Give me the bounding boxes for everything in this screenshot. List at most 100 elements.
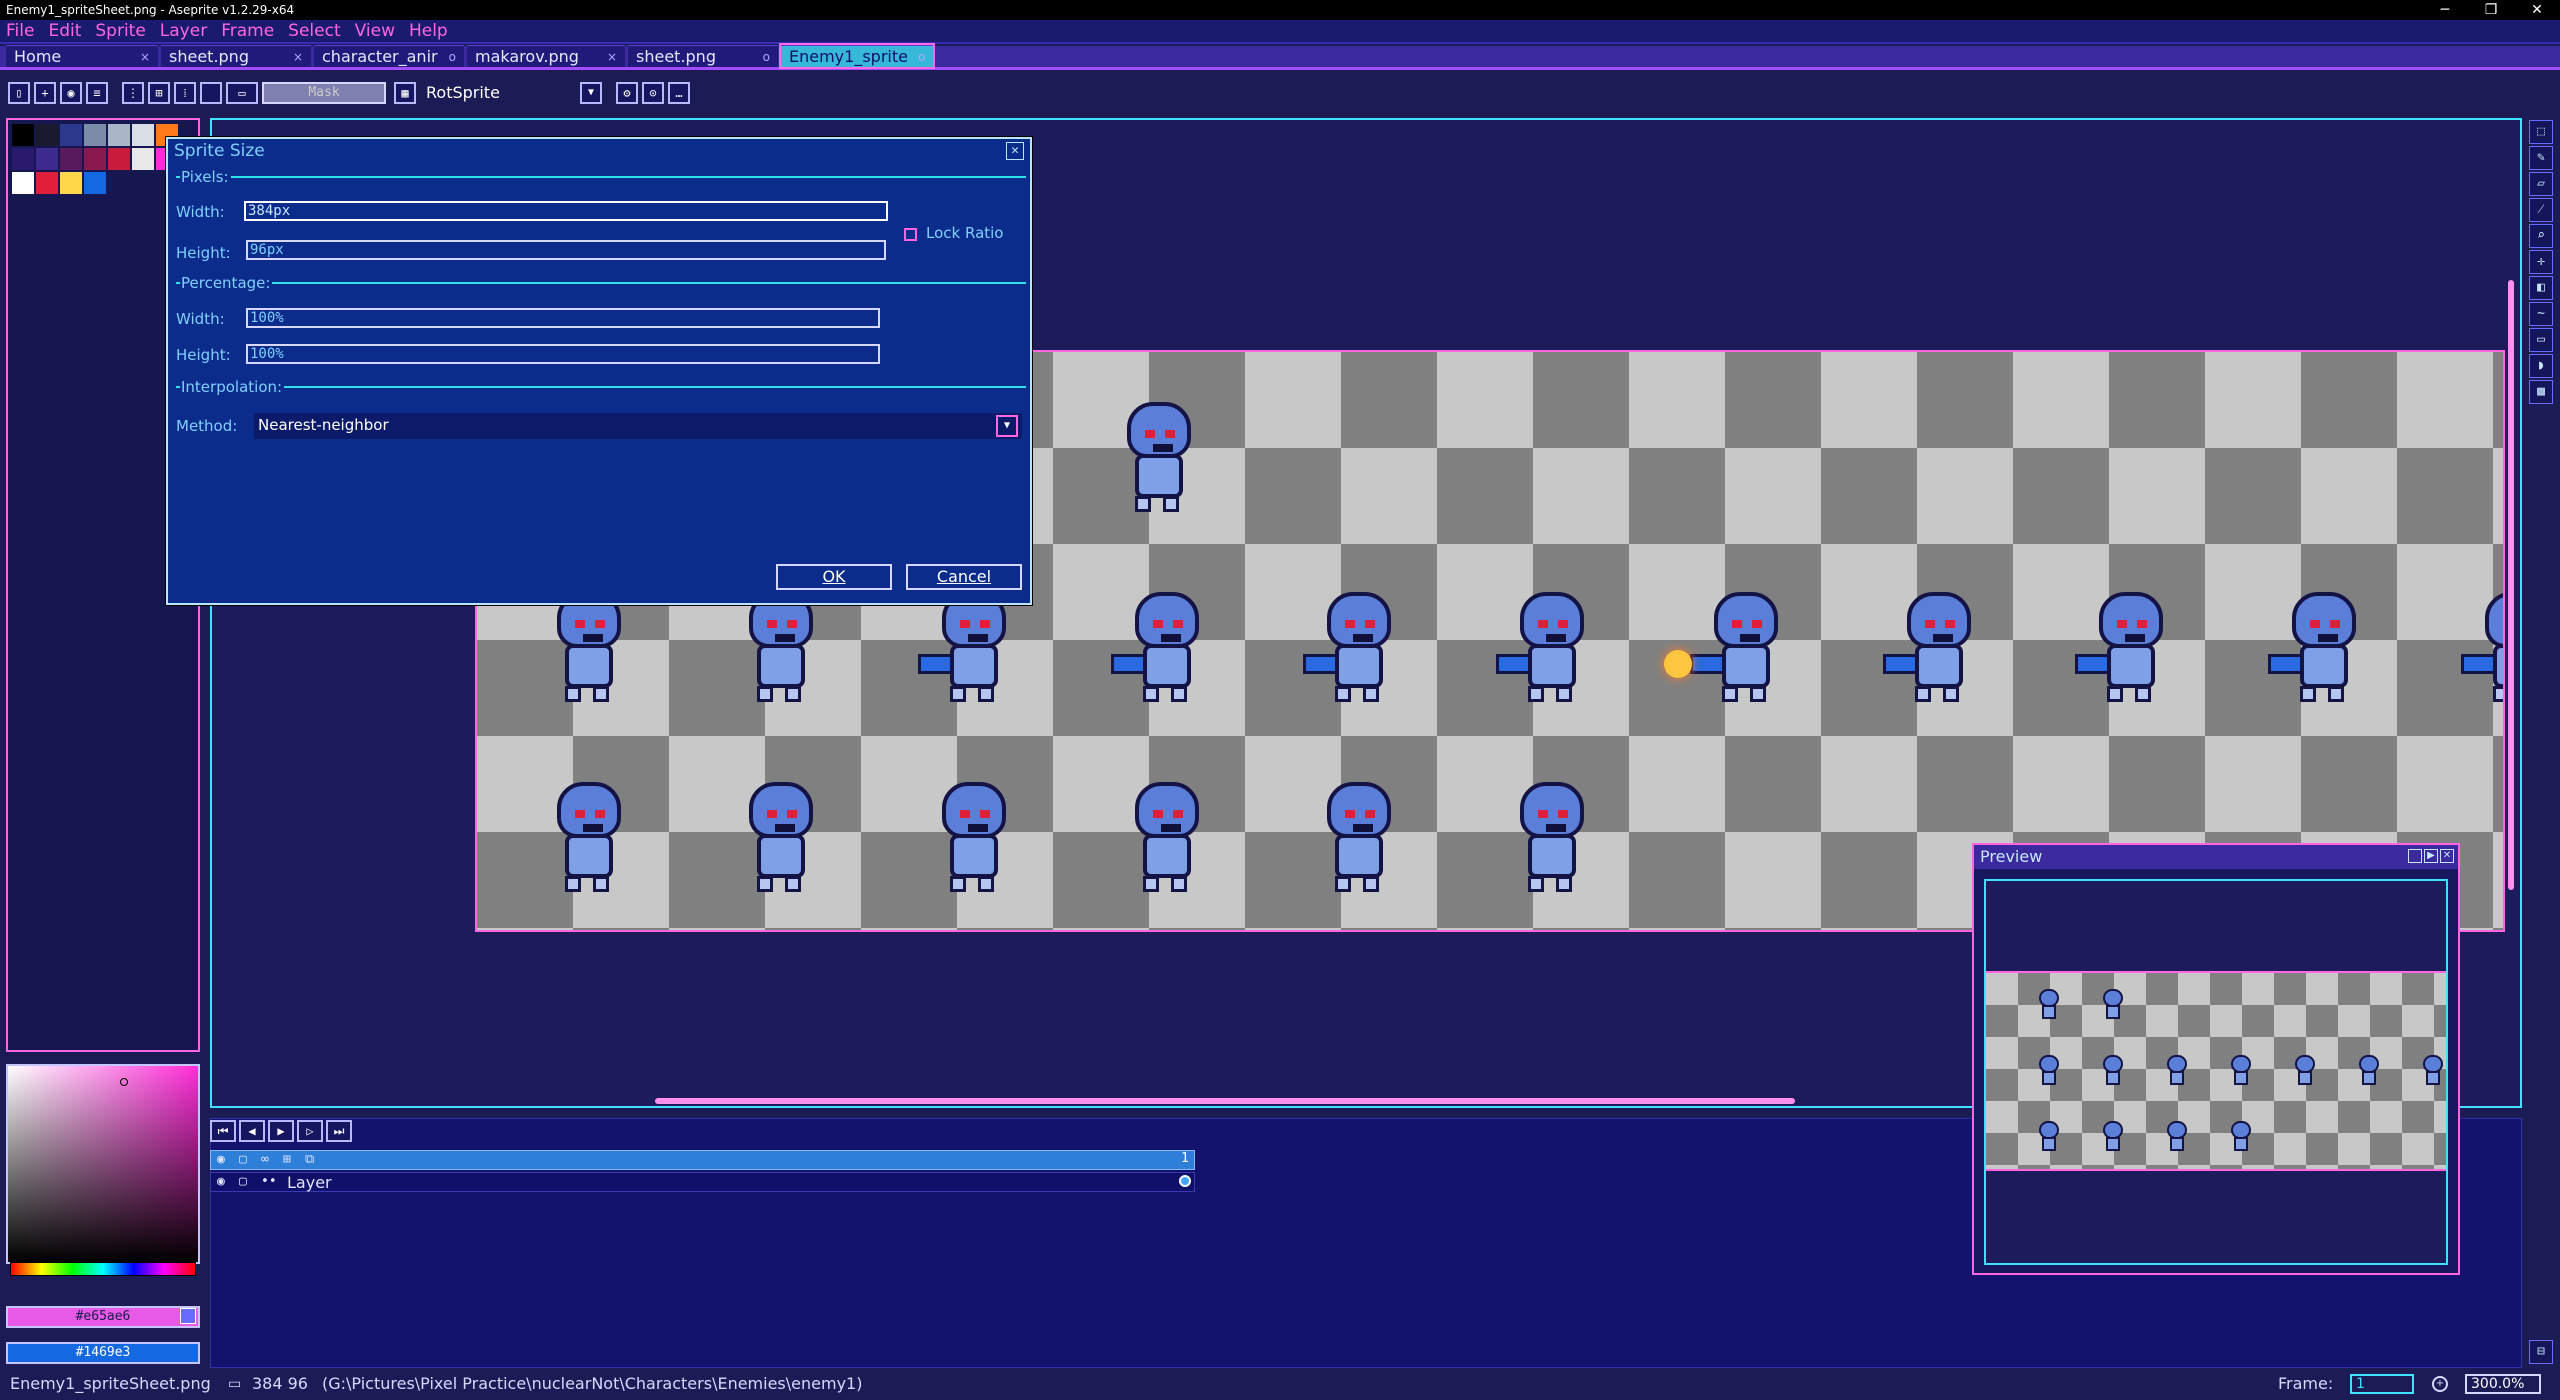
first-frame-icon[interactable]: ⏮ xyxy=(210,1120,236,1142)
background-color[interactable]: #1469e3 xyxy=(6,1342,200,1364)
palette-swatch[interactable] xyxy=(12,148,34,170)
tab-close-icon[interactable]: × xyxy=(607,46,617,68)
palette-swatch[interactable] xyxy=(60,172,82,194)
width-field[interactable]: 384px xyxy=(244,201,888,221)
preview-viewport[interactable] xyxy=(1984,879,2448,1265)
menu-view[interactable]: View xyxy=(355,21,395,41)
cancel-button[interactable]: Cancel xyxy=(906,564,1022,590)
lock-ratio-checkbox[interactable] xyxy=(904,228,917,241)
next-frame-icon[interactable]: ▷ xyxy=(297,1120,323,1142)
tab-close-icon[interactable]: × xyxy=(293,46,303,68)
add-selection-icon[interactable]: + xyxy=(34,82,56,104)
menu-select[interactable]: Select xyxy=(288,21,340,41)
preview-play-icon[interactable]: ▶ xyxy=(2424,849,2438,863)
tab-home[interactable]: Home × xyxy=(6,45,158,67)
percent-height-field[interactable]: 100% xyxy=(246,344,880,364)
palette-swatch[interactable] xyxy=(60,148,82,170)
vertical-scrollbar[interactable] xyxy=(2508,280,2514,890)
palette-swatch[interactable] xyxy=(108,148,130,170)
rotation-icon[interactable]: ▦ xyxy=(394,82,416,104)
menu-sprite[interactable]: Sprite xyxy=(95,21,145,41)
marquee-tool-icon[interactable]: ⬚ xyxy=(2529,120,2553,144)
close-window-button[interactable]: ✕ xyxy=(2514,0,2560,20)
zoom-tool-icon[interactable]: ⌕ xyxy=(2529,224,2553,248)
palette-swatch[interactable] xyxy=(84,148,106,170)
hue-slider[interactable] xyxy=(10,1262,196,1276)
foreground-color[interactable]: #e65ae6 xyxy=(6,1306,200,1328)
method-select[interactable]: Nearest-neighbor xyxy=(254,413,1022,439)
tab-makarov[interactable]: makarov.png × xyxy=(467,45,625,67)
intersect-selection-icon[interactable]: ≡ xyxy=(86,82,108,104)
palette-swatch[interactable] xyxy=(84,124,106,146)
tab-modified-icon[interactable]: o xyxy=(918,46,925,68)
minimize-button[interactable]: ─ xyxy=(2422,0,2468,20)
onion-skin-icon[interactable]: ⧉ xyxy=(305,1152,314,1167)
palette-swatch[interactable] xyxy=(84,172,106,194)
frame-number[interactable]: 1 xyxy=(1181,1151,1189,1166)
grid-dots-icon[interactable]: ⁞ xyxy=(174,82,196,104)
ok-button[interactable]: OK xyxy=(776,564,892,590)
selection-mode-icon[interactable]: ▯ xyxy=(8,82,30,104)
tab-close-icon[interactable]: × xyxy=(140,46,150,68)
menu-file[interactable]: File xyxy=(6,21,34,41)
zoom-icon[interactable]: + xyxy=(2432,1376,2448,1392)
eye-icon[interactable]: ◉ xyxy=(217,1174,225,1189)
preview-canvas[interactable] xyxy=(1986,971,2446,1171)
line-tool-icon[interactable]: ∼ xyxy=(2529,302,2553,326)
tab-sheet[interactable]: sheet.png × xyxy=(161,45,311,67)
lock-icon[interactable]: ▢ xyxy=(239,1174,247,1189)
eyedropper-tool-icon[interactable]: ⁄ xyxy=(2529,198,2553,222)
close-icon[interactable]: ✕ xyxy=(1006,142,1024,160)
palette-swatch[interactable] xyxy=(36,148,58,170)
maximize-button[interactable]: ❐ xyxy=(2468,0,2514,20)
color-picker-spectrum[interactable] xyxy=(6,1064,200,1264)
chevron-down-icon[interactable]: ▼ xyxy=(996,415,1018,437)
eye-icon[interactable]: ◉ xyxy=(217,1152,225,1167)
rotation-algorithm-select[interactable]: RotSprite xyxy=(420,82,580,104)
height-field[interactable]: 96px xyxy=(246,240,886,260)
menu-frame[interactable]: Frame xyxy=(221,21,274,41)
zoom-input[interactable]: 300.0% xyxy=(2465,1374,2541,1394)
horizontal-scrollbar[interactable] xyxy=(655,1098,1795,1104)
palette-swatch[interactable] xyxy=(132,124,154,146)
grid-icon[interactable]: ⊞ xyxy=(148,82,170,104)
layer-row[interactable]: ◉ ▢ •• Layer xyxy=(210,1172,1195,1192)
continuous-icon[interactable]: •• xyxy=(261,1174,277,1189)
blank-icon[interactable] xyxy=(200,82,222,104)
preview-minimize-icon[interactable] xyxy=(2408,849,2422,863)
lock-icon[interactable]: ▢ xyxy=(239,1152,247,1167)
menu-edit[interactable]: Edit xyxy=(48,21,81,41)
cel-icon[interactable] xyxy=(1179,1175,1191,1187)
play-icon[interactable]: ▶ xyxy=(268,1120,294,1142)
preview-close-icon[interactable]: ✕ xyxy=(2440,849,2454,863)
previous-frame-icon[interactable]: ◀ xyxy=(239,1120,265,1142)
more-icon[interactable]: … xyxy=(668,82,690,104)
tab-sheet-2[interactable]: sheet.png o xyxy=(628,45,778,67)
layer-name[interactable]: Layer xyxy=(287,1173,332,1192)
last-frame-icon[interactable]: ⏭ xyxy=(326,1120,352,1142)
layout-toggle-icon[interactable]: ⊟ xyxy=(2529,1340,2553,1364)
palette-swatch[interactable] xyxy=(132,148,154,170)
menu-layer[interactable]: Layer xyxy=(160,21,207,41)
palette-swatch[interactable] xyxy=(12,172,34,194)
color-picker-cursor[interactable] xyxy=(120,1078,128,1086)
ink-tool-icon[interactable]: ▩ xyxy=(2529,380,2553,404)
palette-swatch[interactable] xyxy=(60,124,82,146)
tab-modified-icon[interactable]: o xyxy=(763,46,770,68)
layer-props-icon[interactable]: ⊞ xyxy=(283,1152,291,1167)
continuous-icon[interactable]: ∞ xyxy=(261,1152,269,1167)
blur-tool-icon[interactable]: ◗ xyxy=(2529,354,2553,378)
eraser-tool-icon[interactable]: ▱ xyxy=(2529,172,2553,196)
subtract-selection-icon[interactable]: ◉ xyxy=(60,82,82,104)
menu-help[interactable]: Help xyxy=(409,21,448,41)
pivot-icon[interactable]: ⋮ xyxy=(122,82,144,104)
percent-width-field[interactable]: 100% xyxy=(246,308,880,328)
palette-swatch[interactable] xyxy=(36,172,58,194)
rectangle-tool-icon[interactable]: ▭ xyxy=(2529,328,2553,352)
palette-swatch[interactable] xyxy=(12,124,34,146)
transparent-color-icon[interactable]: ▭ xyxy=(226,82,258,104)
gear-icon[interactable]: ⚙ xyxy=(616,82,638,104)
fill-tool-icon[interactable]: ◧ xyxy=(2529,276,2553,300)
pencil-tool-icon[interactable]: ✎ xyxy=(2529,146,2553,170)
tab-modified-icon[interactable]: o xyxy=(449,46,456,68)
